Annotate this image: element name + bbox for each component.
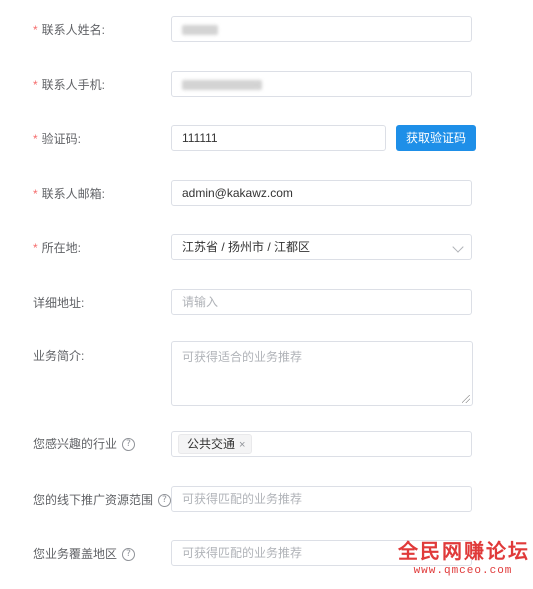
address-placeholder: 请输入 [182, 295, 219, 309]
offline-range-label: 您的线下推广资源范围? [33, 492, 172, 508]
get-code-button[interactable]: 获取验证码 [396, 125, 476, 151]
coverage-placeholder: 可获得匹配的业务推荐 [182, 546, 303, 560]
resize-handle-icon[interactable] [462, 395, 470, 403]
industry-tag: 公共交通 × [178, 434, 253, 454]
business-intro-placeholder: 可获得适合的业务推荐 [182, 350, 303, 364]
contact-email-input[interactable]: admin@kakawz.com [171, 180, 472, 206]
address-label: 详细地址: [33, 296, 85, 310]
industry-label: 您感兴趣的行业? [33, 436, 136, 452]
contact-phone-label: * 联系人手机: [33, 78, 106, 92]
contact-phone-input[interactable] [171, 71, 472, 97]
verify-code-label: * 验证码: [33, 132, 82, 146]
help-icon[interactable]: ? [122, 438, 136, 452]
chevron-down-icon [452, 241, 464, 253]
location-label: * 所在地: [33, 241, 82, 255]
verify-code-input[interactable]: 111111 [171, 125, 386, 151]
offline-range-input[interactable]: 可获得匹配的业务推荐 [171, 486, 472, 512]
required-mark: * [33, 23, 38, 37]
industry-select[interactable]: 公共交通 × [171, 431, 472, 457]
business-intro-textarea[interactable]: 可获得适合的业务推荐 [171, 341, 473, 406]
tag-close-icon[interactable]: × [239, 439, 245, 451]
coverage-label: 您业务覆盖地区? [33, 546, 136, 562]
location-select[interactable]: 江苏省 / 扬州市 / 江都区 [171, 234, 472, 260]
redacted-phone [182, 79, 262, 90]
watermark-url: www.qmceo.com [413, 565, 513, 577]
location-value: 江苏省 / 扬州市 / 江都区 [182, 240, 311, 254]
contact-name-label: * 联系人姓名: [33, 23, 106, 37]
help-icon[interactable]: ? [158, 494, 172, 508]
watermark: 全民网赚论坛 www.qmceo.com [398, 540, 528, 578]
watermark-title: 全民网赚论坛 [398, 541, 530, 563]
address-input[interactable]: 请输入 [171, 289, 472, 315]
contact-name-input[interactable] [171, 16, 472, 42]
help-icon[interactable]: ? [122, 548, 136, 562]
contact-email-label: * 联系人邮箱: [33, 187, 106, 201]
redacted-name [182, 24, 218, 35]
business-intro-label: 业务简介: [33, 349, 85, 363]
offline-range-placeholder: 可获得匹配的业务推荐 [182, 492, 303, 506]
